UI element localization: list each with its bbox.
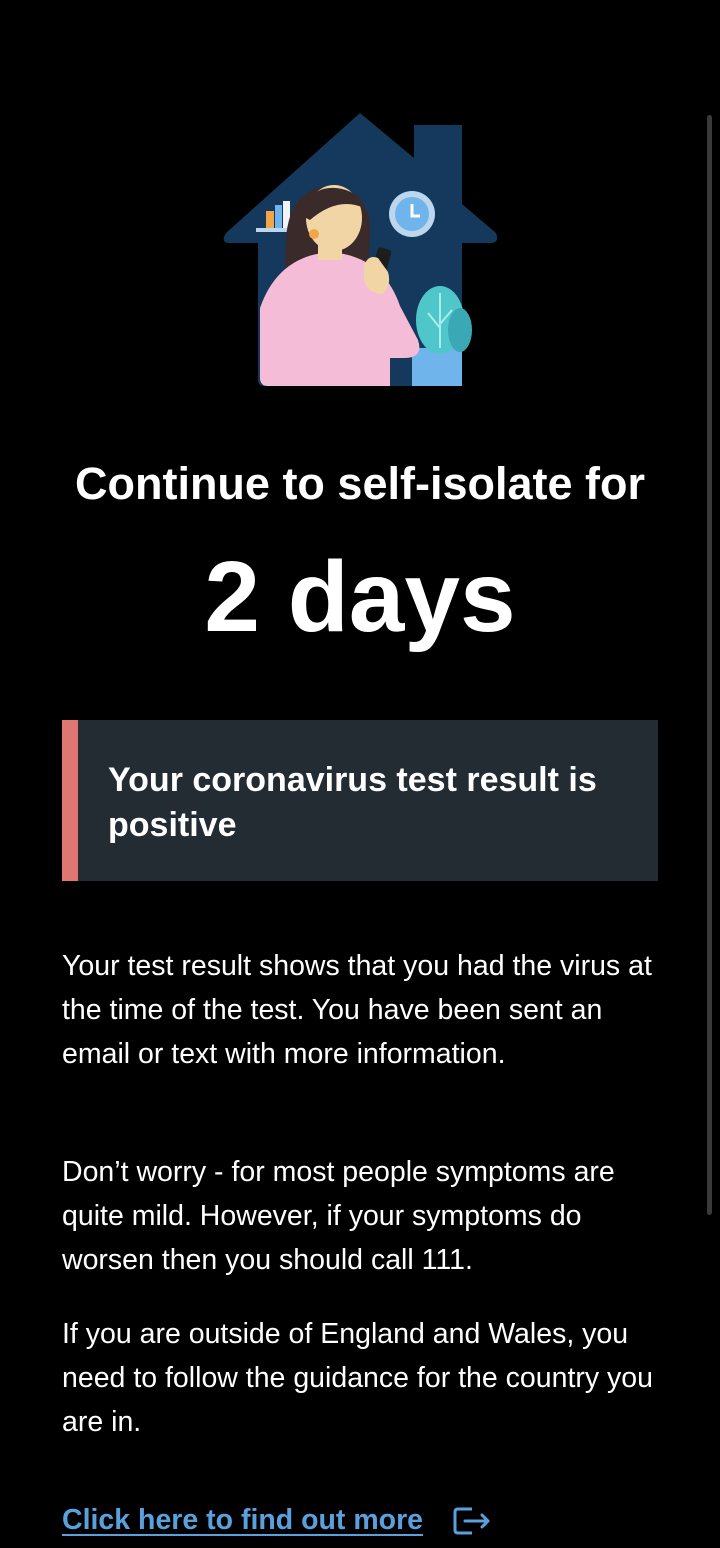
test-result-callout: Your coronavirus test result is positive — [62, 720, 658, 881]
info-paragraph-result: Your test result shows that you had the … — [62, 950, 652, 1070]
self-isolation-illustration — [223, 113, 498, 386]
scrollbar[interactable] — [707, 115, 712, 1215]
isolation-days-count: 2 days — [204, 541, 516, 653]
external-link-icon[interactable] — [452, 1505, 492, 1537]
info-paragraph-symptoms: Don’t worry - for most people symptoms a… — [62, 1156, 615, 1276]
isolation-heading: Continue to self-isolate for — [74, 458, 645, 509]
test-result-message: Your coronavirus test result is positive — [108, 761, 597, 844]
info-paragraph-location: If you are outside of England and Wales,… — [62, 1318, 653, 1438]
find-out-more-link[interactable]: Click here to find out more — [62, 1500, 423, 1540]
